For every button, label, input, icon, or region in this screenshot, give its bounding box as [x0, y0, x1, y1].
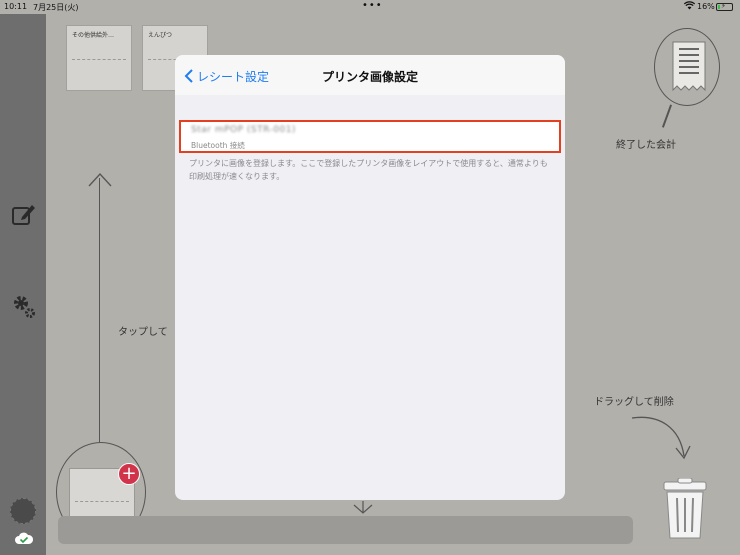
- wifi-icon: [683, 1, 696, 12]
- guide-line: [99, 178, 100, 442]
- printer-connection: Bluetooth 接続: [191, 141, 245, 150]
- printer-name: Star mPOP (STR-001): [191, 125, 296, 135]
- battery-percent: 16%: [697, 2, 715, 11]
- receipt-icon: [671, 40, 707, 98]
- product-tile-label: えんぴつ: [148, 32, 173, 39]
- status-time: 10:11: [4, 2, 28, 11]
- finished-hint: 終了した会計: [616, 140, 676, 151]
- connector-line: [661, 104, 672, 128]
- settings-footnote: プリンタに画像を登録します。ここで登録したプリンタ画像をレイアウトで使用すると、…: [189, 159, 548, 181]
- trash-icon[interactable]: [662, 477, 708, 540]
- product-tile[interactable]: その他供給外…: [66, 25, 132, 91]
- modal-header: レシート設定 プリンタ画像設定: [175, 55, 565, 95]
- status-bar: 10:11 7月25日(火) ••• 16% ⚡: [0, 0, 740, 14]
- arrow-down-icon: [352, 500, 374, 514]
- cloud-check-icon: [14, 530, 34, 544]
- battery-icon: ⚡: [716, 2, 733, 11]
- printer-cell[interactable]: Star mPOP (STR-001) Bluetooth 接続: [179, 120, 561, 153]
- product-tile-label: その他供給外…: [72, 32, 115, 39]
- printer-image-settings-modal: レシート設定 プリンタ画像設定 Star mPOP (STR-001) Blue…: [175, 55, 565, 500]
- arrow-up-icon: [88, 170, 112, 188]
- multitask-dots[interactable]: •••: [362, 0, 383, 11]
- sidebar: [0, 14, 46, 555]
- plus-icon[interactable]: +: [118, 463, 140, 485]
- checkout-bar[interactable]: [58, 516, 633, 544]
- modal-title: プリンタ画像設定: [321, 70, 418, 84]
- tap-hint: タップして: [118, 327, 168, 338]
- curved-arrow-icon: [630, 412, 692, 462]
- avatar[interactable]: [10, 498, 36, 524]
- gear-icon[interactable]: [10, 292, 38, 320]
- drag-delete-hint: ドラッグして削除: [594, 397, 674, 408]
- charging-bolt-icon: ⚡: [721, 2, 726, 10]
- battery-fill: [718, 5, 720, 9]
- status-date: 7月25日(火): [33, 3, 79, 12]
- compose-icon[interactable]: [10, 200, 38, 228]
